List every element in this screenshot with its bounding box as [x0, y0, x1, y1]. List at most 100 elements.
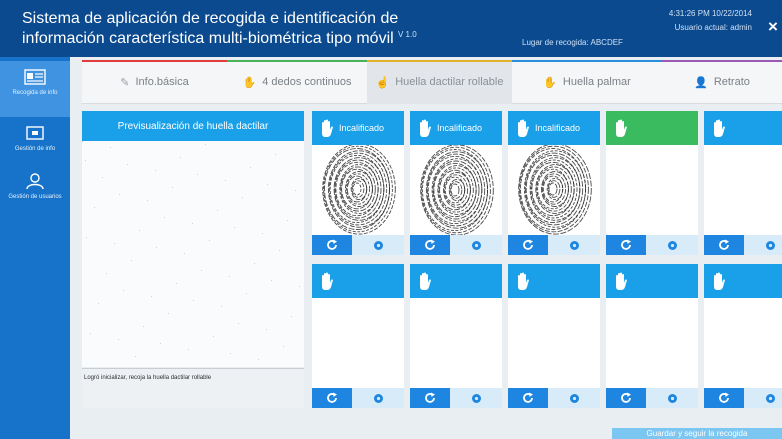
finger-card[interactable]: Incalificado — [410, 111, 502, 255]
preview-speck — [230, 353, 231, 354]
finger-card[interactable]: Incalificado — [508, 111, 600, 255]
tab-retrato[interactable]: 👤 Retrato — [662, 60, 782, 104]
preview-speck — [156, 247, 157, 248]
preview-speck — [279, 250, 280, 251]
settings-button[interactable] — [646, 235, 698, 255]
preview-speck — [114, 243, 115, 244]
preview-speck — [193, 300, 194, 301]
finger-card-header — [704, 264, 782, 298]
preview-speck — [123, 290, 124, 291]
settings-icon — [667, 393, 677, 403]
preview-speck — [160, 343, 161, 344]
fingerprint-image — [518, 143, 592, 235]
finger-card-header — [704, 111, 782, 145]
finger-card[interactable] — [606, 264, 698, 408]
recapture-button[interactable] — [312, 388, 352, 408]
fingerprint-preview — [82, 141, 304, 367]
finger-card-actions — [508, 235, 600, 255]
finger-card-header — [606, 111, 698, 145]
settings-button[interactable] — [744, 388, 782, 408]
refresh-icon — [327, 239, 337, 250]
recapture-button[interactable] — [312, 235, 352, 255]
hand-icon — [616, 119, 627, 137]
refresh-icon — [621, 392, 631, 403]
finger-card-actions — [410, 388, 502, 408]
settings-button[interactable] — [548, 235, 600, 255]
tab-huella-palmar[interactable]: ✋ Huella palmar — [512, 60, 662, 104]
settings-button[interactable] — [450, 388, 502, 408]
close-button[interactable]: × — [768, 18, 778, 36]
preview-speck — [291, 316, 292, 317]
preview-speck — [250, 167, 251, 168]
id-card-icon — [24, 69, 46, 85]
refresh-icon — [425, 239, 435, 250]
finger-image-area — [410, 298, 502, 388]
settings-icon — [765, 240, 775, 250]
finger-card-actions — [704, 235, 782, 255]
settings-button[interactable] — [352, 235, 404, 255]
refresh-icon — [523, 239, 533, 250]
refresh-icon — [523, 392, 533, 403]
finger-card[interactable] — [704, 264, 782, 408]
finger-image-area — [508, 143, 600, 235]
finger-card-actions — [410, 235, 502, 255]
preview-speck — [213, 336, 214, 337]
recapture-button[interactable] — [606, 388, 646, 408]
tab-accent — [227, 60, 367, 62]
person-icon: 👤 — [694, 76, 708, 89]
settings-button[interactable] — [450, 235, 502, 255]
preview-speck — [242, 197, 243, 198]
settings-button[interactable] — [646, 388, 698, 408]
sidebar-item-label: Recogida de info — [12, 90, 58, 96]
finger-quality-label: Incalificado — [535, 123, 581, 133]
recapture-button[interactable] — [410, 388, 450, 408]
fingerprint-icon: ☝ — [375, 76, 390, 89]
finger-image-area — [410, 144, 502, 236]
tab-accent — [82, 60, 227, 62]
preview-speck — [94, 207, 95, 208]
hand-icon — [420, 119, 431, 137]
user-icon — [26, 173, 44, 189]
sidebar-item-recogida[interactable]: Recogida de info — [0, 61, 70, 117]
recapture-button[interactable] — [508, 388, 548, 408]
finger-card[interactable] — [606, 111, 698, 255]
tab-accent — [512, 60, 662, 62]
hand-icon — [714, 272, 725, 290]
settings-button[interactable] — [352, 388, 404, 408]
settings-button[interactable] — [548, 388, 600, 408]
version-label: V 1.0 — [398, 30, 417, 39]
recapture-button[interactable] — [606, 235, 646, 255]
fingerprint-image — [420, 144, 494, 236]
preview-title: Previsualización de huella dactilar — [82, 111, 304, 141]
settings-icon — [667, 240, 677, 250]
finger-card-header: Incalificado — [410, 111, 502, 145]
current-user: Usuario actual: admin — [674, 23, 752, 32]
settings-button[interactable] — [744, 235, 782, 255]
save-continue-button[interactable]: Guardar y seguir la recogida — [612, 428, 782, 439]
preview-speck — [127, 164, 128, 165]
tab-huella-rollable[interactable]: ☝ Huella dactilar rollable — [367, 60, 512, 104]
finger-card[interactable] — [508, 264, 600, 408]
recapture-button[interactable] — [704, 235, 744, 255]
finger-image-area — [704, 145, 782, 235]
recapture-button[interactable] — [704, 388, 744, 408]
finger-image-area — [312, 143, 404, 235]
preview-speck — [238, 323, 239, 324]
finger-image-area — [606, 298, 698, 388]
sidebar-item-label: Gestión de info — [14, 146, 56, 152]
finger-card-actions — [704, 388, 782, 408]
finger-card[interactable]: Incalificado — [312, 111, 404, 255]
recapture-button[interactable] — [508, 235, 548, 255]
tab-4-dedos[interactable]: ✋ 4 dedos continuos — [227, 60, 367, 104]
finger-card[interactable] — [410, 264, 502, 408]
preview-speck — [192, 223, 193, 224]
finger-image-area — [312, 298, 404, 388]
preview-speck — [119, 194, 120, 195]
recapture-button[interactable] — [410, 235, 450, 255]
tab-bar: ✎ Info.básica ✋ 4 dedos continuos ☝ Huel… — [82, 60, 782, 104]
sidebar-item-gestion-usuarios[interactable]: Gestión de usuarios — [0, 165, 70, 221]
preview-speck — [267, 184, 268, 185]
finger-card[interactable] — [312, 264, 404, 408]
tab-info-basica[interactable]: ✎ Info.básica — [82, 60, 227, 104]
finger-card[interactable] — [704, 111, 782, 255]
